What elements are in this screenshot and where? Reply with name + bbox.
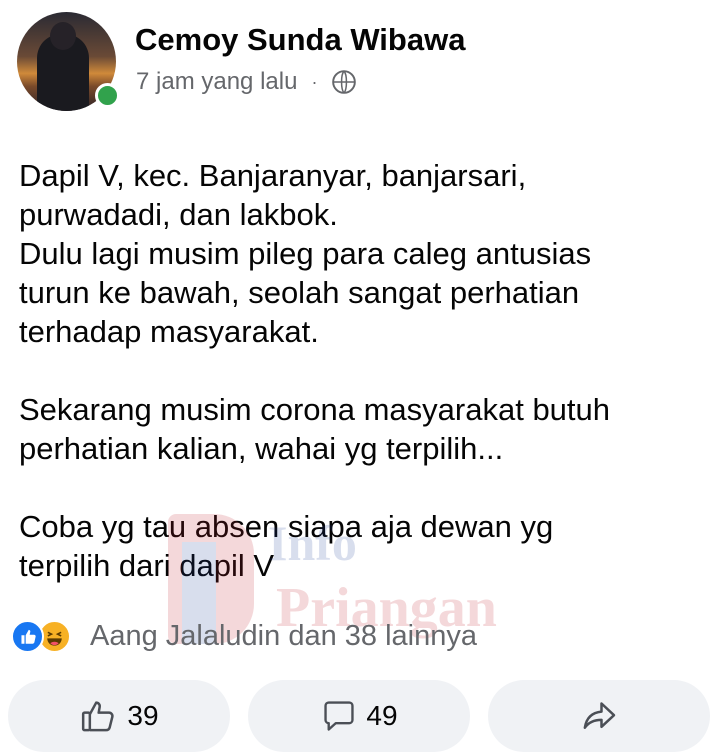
thumbs-up-icon [79, 696, 119, 736]
comment-bubble-icon [320, 697, 358, 735]
post-body: Dapil V, kec. Banjaranyar, banjarsari, p… [19, 156, 709, 585]
online-status-indicator [95, 83, 120, 108]
like-button[interactable]: 39 [8, 680, 230, 752]
reaction-icons[interactable] [11, 618, 71, 654]
share-button[interactable] [488, 680, 710, 752]
reaction-summary[interactable]: Aang Jalaludin dan 38 lainnya [90, 620, 477, 653]
globe-icon[interactable] [331, 69, 357, 95]
post-line: turun ke bawah, seolah sangat perhatian [19, 275, 580, 310]
post-line: purwadadi, dan lakbok. [19, 197, 338, 232]
post-timestamp[interactable]: 7 jam yang lalu [136, 68, 297, 96]
post-line: Dulu lagi musim pileg para caleg antusia… [19, 236, 592, 271]
post-line: Coba yg tau absen siapa aja dewan yg [19, 509, 554, 544]
comment-button[interactable]: 49 [248, 680, 470, 752]
post-line: terpilih dari dapil V [19, 548, 275, 583]
like-count: 39 [127, 700, 159, 731]
post-line: perhatian kalian, wahai yg terpilih... [19, 431, 504, 466]
comment-count: 49 [366, 700, 398, 731]
post-meta: 7 jam yang lalu · [136, 68, 357, 96]
share-arrow-icon [579, 696, 619, 736]
avatar-person-head [50, 22, 76, 50]
like-reaction-icon [11, 619, 44, 653]
post-line: Dapil V, kec. Banjaranyar, banjarsari, [19, 158, 527, 193]
post-line: terhadap masyarakat. [19, 314, 319, 349]
meta-separator: · [311, 71, 318, 92]
post-line: Sekarang musim corona masyarakat butuh [19, 392, 611, 427]
author-name[interactable]: Cemoy Sunda Wibawa [135, 22, 465, 58]
